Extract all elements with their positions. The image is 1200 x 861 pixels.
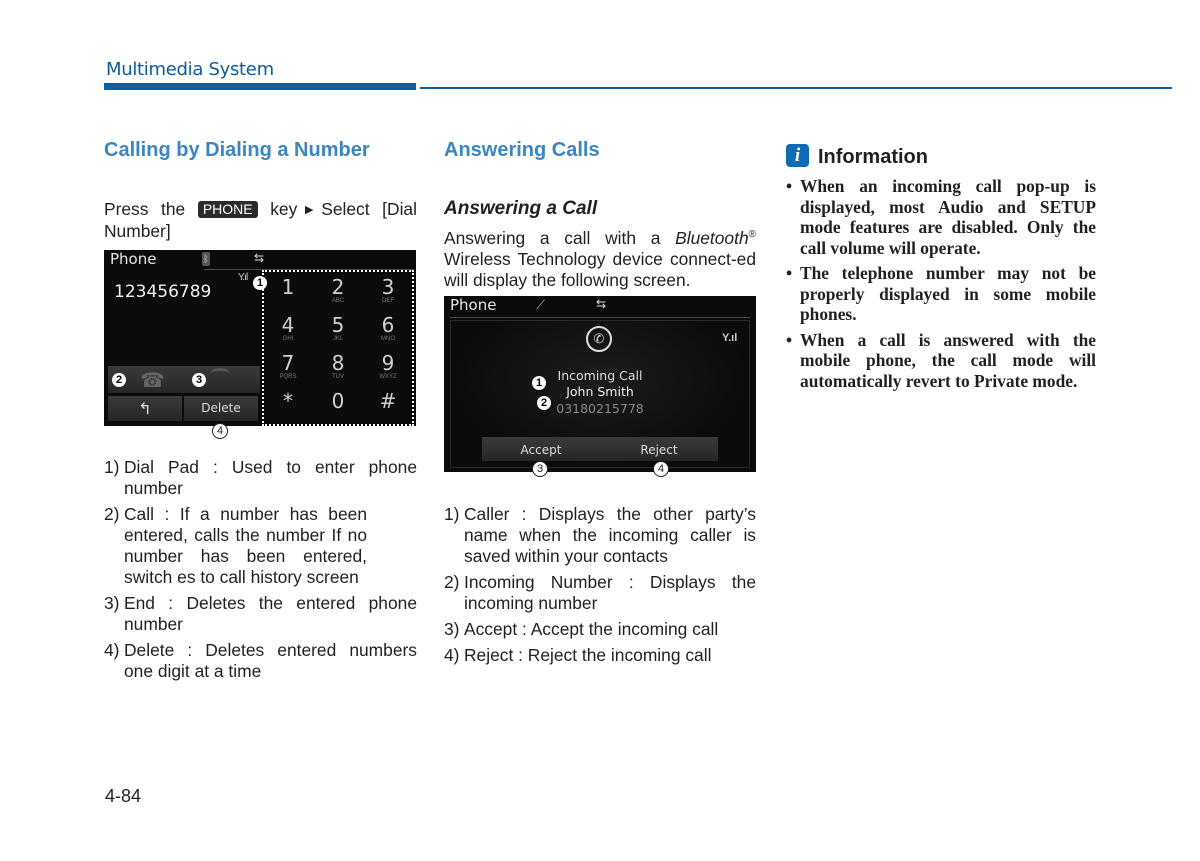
key-digit: 5 <box>331 313 345 337</box>
key-digit: 4 <box>281 313 295 337</box>
caller-number: 03180215778 <box>556 401 644 416</box>
key-letters: JKL <box>332 336 344 342</box>
section-title: Multimedia System <box>106 59 274 80</box>
key-digit: 9 <box>381 351 395 375</box>
key-letters: GHI <box>282 336 294 342</box>
incoming-call-label: Incoming Call <box>557 368 643 383</box>
info-icon: i <box>786 144 809 167</box>
keypad-key[interactable]: 2 ABC <box>313 276 363 305</box>
keypad-key[interactable]: 0 <box>313 390 363 419</box>
header-rule-thick <box>104 83 416 90</box>
call-icon: ☎ <box>140 370 165 392</box>
heading-answering-calls: Answering Calls <box>444 139 600 161</box>
list-item: 4) Reject : Reject the incoming call <box>444 645 712 665</box>
keypad-key[interactable]: 5 JKL <box>313 314 363 343</box>
heading-calling-by-dialing: Calling by Dialing a Number <box>104 139 370 161</box>
delete-button[interactable]: Delete <box>184 396 258 421</box>
call-status-icon: ⁄ <box>540 296 543 312</box>
key-letters: TUV <box>332 374 344 380</box>
callout-end: 3 <box>192 373 206 387</box>
callout-call: 2 <box>112 373 126 387</box>
signal-icon: Y.ıl <box>722 332 738 344</box>
list-item: 2) Call : If a number has been entered, c… <box>104 504 367 587</box>
key-letters <box>263 298 313 305</box>
back-button[interactable]: ↰ <box>108 396 182 421</box>
key-letters: WXYZ <box>379 374 397 380</box>
keypad-key[interactable]: 7 PQRS <box>263 352 313 381</box>
key-letters: MNO <box>381 336 395 342</box>
answer-intro: Answering a call with a Bluetooth® Wirel… <box>444 227 756 290</box>
accept-button[interactable]: Accept <box>482 437 600 461</box>
key-digit: 0 <box>331 389 345 413</box>
page-number: 4-84 <box>105 786 142 806</box>
list-item: 4) Delete : Deletes entered numbers one d… <box>104 640 417 681</box>
intro-middle: key <box>270 199 298 219</box>
key-digit: 2 <box>331 275 345 299</box>
keypad-key[interactable]: * <box>263 390 313 419</box>
bluetooth-icon: ᛒ <box>202 252 210 266</box>
info-title: Information <box>818 146 928 168</box>
dial-screen: Phone ᛒ ⇆ Y.ıl 123456789 ☎ 2 3 ↰ Delete … <box>104 250 416 426</box>
list-item: 3) Accept : Accept the incoming call <box>444 619 719 639</box>
info-bullet: • When an incoming call pop-up is display… <box>786 176 1096 258</box>
dial-intro: Press the PHONE key▶Select [Dial Number] <box>104 199 417 242</box>
title-divider <box>450 317 750 318</box>
screen-title: Phone <box>110 250 157 268</box>
header-rule-thin <box>420 87 1172 89</box>
dialed-number: 123456789 <box>114 282 212 302</box>
caller-name: John Smith <box>566 384 634 399</box>
keypad-key[interactable]: 8 TUV <box>313 352 363 381</box>
keypad-key[interactable]: 3 DEF <box>363 276 413 305</box>
key-letters <box>263 412 313 419</box>
list-item: 2) Incoming Number : Displays the incomin… <box>444 572 756 613</box>
subheading-answering-a-call: Answering a Call <box>444 198 598 219</box>
key-digit: 7 <box>281 351 295 375</box>
callout-accept: 3 <box>532 461 548 477</box>
reject-button[interactable]: Reject <box>600 437 718 461</box>
keypad-key[interactable]: 6 MNO <box>363 314 413 343</box>
key-digit: 1 <box>281 275 295 299</box>
phone-circle-icon: ✆ <box>586 326 612 352</box>
usb-icon: ⇆ <box>254 251 265 265</box>
list-item: 3) End : Deletes the entered phone number <box>104 593 417 634</box>
dial-item-list: 1) Dial Pad : Used to enter phone number … <box>104 457 417 687</box>
arrow-right-icon: ▶ <box>297 204 322 216</box>
key-digit: # <box>379 389 397 413</box>
screen-title: Phone <box>450 296 497 314</box>
end-call-icon <box>210 368 230 379</box>
key-letters: DEF <box>382 298 394 304</box>
phone-key-label: PHONE <box>197 201 258 218</box>
back-arrow-icon: ↰ <box>138 399 152 418</box>
key-letters: ABC <box>331 298 345 304</box>
signal-icon: Y.ıl <box>238 272 248 283</box>
intro-prefix: Press the <box>104 199 186 219</box>
callout-caller: 1 <box>532 376 546 390</box>
key-digit: 6 <box>381 313 395 337</box>
list-item: 1) Caller : Displays the other party’s na… <box>444 504 756 566</box>
key-digit: 3 <box>381 275 395 299</box>
callout-reject: 4 <box>653 461 669 477</box>
info-bullet: • When a call is answered with the mobile… <box>786 329 1096 391</box>
keypad-key[interactable]: # <box>363 390 413 419</box>
callout-delete: 4 <box>212 423 228 439</box>
usb-icon: ⇆ <box>596 297 607 311</box>
bluetooth-brand: Bluetooth <box>675 227 749 248</box>
key-letters <box>363 412 413 419</box>
keypad-key[interactable]: 9 WXYZ <box>363 352 413 381</box>
keypad-key[interactable]: 4 GHI <box>263 314 313 343</box>
keypad-key[interactable]: 1 <box>263 276 313 305</box>
info-bullets: • When an incoming call pop-up is display… <box>784 176 1096 396</box>
info-bullet: • The telephone number may not be properl… <box>786 263 1096 324</box>
incoming-call-screen: Phone ⁄ ⇆ ✆ Y.ıl Incoming Call John Smit… <box>444 296 756 472</box>
callout-number: 2 <box>537 396 551 410</box>
list-item: 1) Dial Pad : Used to enter phone number <box>104 457 417 498</box>
key-digit: 8 <box>331 351 345 375</box>
key-digit: * <box>283 389 293 413</box>
key-letters <box>313 412 363 419</box>
key-letters: PQRS <box>279 374 297 380</box>
answer-item-list: 1) Caller : Displays the other party’s na… <box>444 504 756 671</box>
